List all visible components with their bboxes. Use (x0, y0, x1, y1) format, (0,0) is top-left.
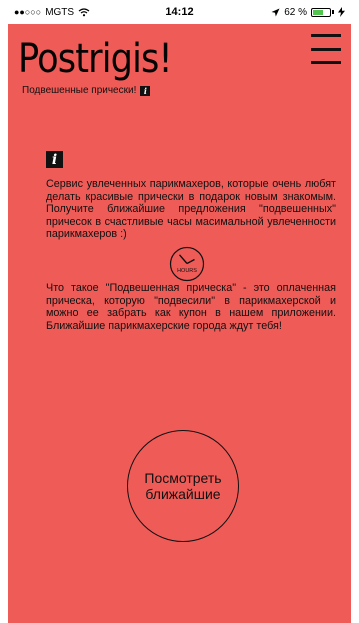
view-nearby-button[interactable]: Посмотреть ближайшие (127, 430, 239, 542)
app-title: Postrigis! (18, 36, 173, 82)
signal-strength: ●●○○○ (14, 7, 42, 17)
wifi-icon (78, 7, 90, 16)
info-icon[interactable]: i (46, 151, 63, 168)
subtitle-row: Подвешенные прически! i (22, 85, 151, 96)
menu-line (311, 34, 341, 37)
subtitle: Подвешенные прически! (22, 85, 137, 96)
hamburger-menu-button[interactable] (311, 34, 341, 64)
definition-text: Что такое "Подвешенная прическа" - это о… (46, 282, 336, 332)
main-screen: Postrigis! Подвешенные прически! i i Сер… (8, 24, 351, 623)
hours-clock-icon: HOURS (169, 246, 205, 282)
charging-bolt-icon (338, 7, 345, 17)
battery-icon (311, 7, 331, 17)
status-bar: ●●○○○ MGTS 14:12 62 % (8, 0, 351, 24)
status-right: 62 % (227, 7, 345, 18)
battery-percent: 62 % (284, 6, 307, 18)
location-arrow-icon (271, 8, 280, 16)
service-description: Сервис увлеченных парикмахеров, которые … (46, 178, 336, 240)
carrier-name: MGTS (45, 6, 75, 18)
status-time: 14:12 (165, 6, 194, 18)
hours-label: HOURS (177, 268, 197, 274)
battery-fill (313, 9, 323, 15)
menu-line (311, 47, 341, 51)
status-left: ●●○○○ MGTS (14, 7, 132, 18)
small-info-icon[interactable]: i (140, 85, 151, 96)
menu-line (311, 61, 341, 64)
battery-cap (332, 10, 334, 14)
